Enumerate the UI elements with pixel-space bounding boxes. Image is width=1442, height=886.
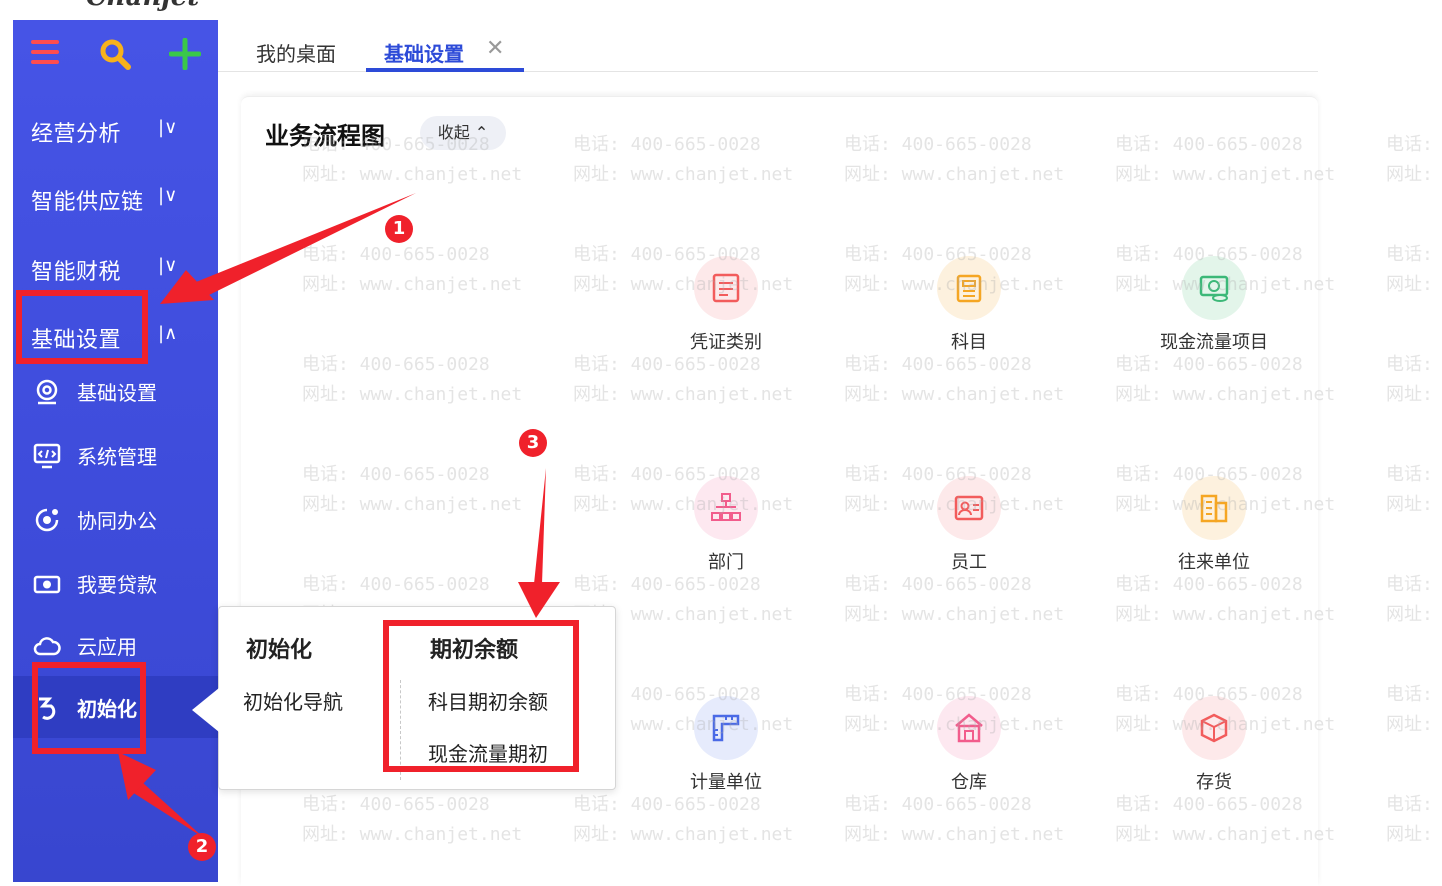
screen: Chanjet 经营分析 |∨ 智能供应链 |∨ 智能财税 |∨ xyxy=(0,0,1442,886)
arrow-3-shaft xyxy=(534,468,546,584)
annotation-badge-3: 3 xyxy=(519,429,547,457)
annotation-badge-2: 2 xyxy=(188,833,216,861)
arrow-2-shaft xyxy=(132,782,204,838)
arrow-3-head xyxy=(518,582,560,618)
annotation-arrows xyxy=(118,193,560,838)
annotation-badge-1: 1 xyxy=(385,215,413,243)
arrow-1-shaft xyxy=(196,193,416,296)
